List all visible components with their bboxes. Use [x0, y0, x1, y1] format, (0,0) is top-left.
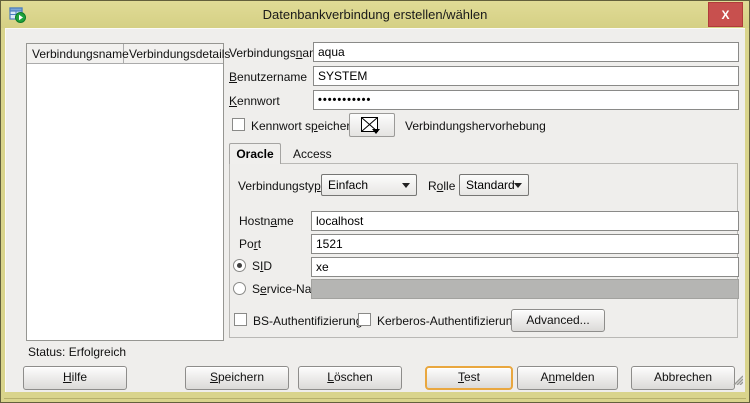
status-text: Status: Erfolgreich [28, 345, 126, 359]
chevron-down-icon [402, 183, 410, 188]
port-input[interactable] [311, 234, 739, 254]
port-label: Port [239, 237, 261, 251]
username-label: Benutzername [229, 70, 307, 84]
connection-type-label: Verbindungstyp [238, 179, 321, 193]
chevron-down-icon [514, 183, 522, 188]
tab-oracle[interactable]: Oracle [229, 143, 281, 164]
close-button[interactable]: X [708, 2, 743, 27]
service-name-input [311, 279, 739, 299]
role-value: Standard [466, 178, 515, 192]
cancel-button[interactable]: Abbrechen [631, 366, 735, 390]
save-password-checkbox[interactable] [232, 118, 245, 131]
save-button[interactable]: Speichern [185, 366, 289, 390]
advanced-button[interactable]: Advanced... [511, 309, 605, 332]
title-bar[interactable]: Datenbankverbindung erstellen/wählen X [1, 1, 749, 28]
username-input[interactable] [313, 66, 739, 86]
sid-radio[interactable] [233, 259, 246, 272]
os-auth-label: BS-Authentifizierung [253, 314, 362, 328]
dialog-window: Datenbankverbindung erstellen/wählen X V… [0, 0, 750, 403]
connection-highlight-button[interactable] [349, 113, 395, 137]
test-button[interactable]: Test [425, 366, 513, 390]
tab-access[interactable]: Access [293, 147, 332, 161]
help-button[interactable]: Hilfe [23, 366, 127, 390]
sid-input[interactable] [311, 257, 739, 277]
kerberos-auth-label: Kerberos-Authentifizierung [377, 314, 519, 328]
resize-grip[interactable] [731, 372, 743, 390]
color-swatch-icon [360, 116, 384, 135]
kerberos-auth-checkbox[interactable] [358, 313, 371, 326]
delete-button[interactable]: Löschen [298, 366, 402, 390]
close-icon: X [721, 8, 729, 22]
role-label: Rolle [428, 179, 455, 193]
connection-name-input[interactable] [313, 42, 739, 62]
hostname-input[interactable] [311, 211, 739, 231]
os-auth-checkbox[interactable] [234, 313, 247, 326]
connections-table-header: Verbindungsname Verbindungsdetails [27, 44, 223, 64]
save-password-label: Kennwort speichern [251, 119, 357, 133]
window-border-accent [4, 398, 746, 399]
connection-name-label: Verbindungsname [229, 46, 326, 60]
connections-list[interactable] [27, 64, 223, 340]
role-select[interactable]: Standard [459, 174, 529, 196]
hostname-label: Hostname [239, 214, 294, 228]
connection-type-select[interactable]: Einfach [321, 174, 417, 196]
password-input[interactable] [313, 90, 739, 110]
dialog-title: Datenbankverbindung erstellen/wählen [1, 7, 749, 22]
dialog-body: Verbindungsname Verbindungsdetails Statu… [5, 28, 745, 392]
column-header-connection-name[interactable]: Verbindungsname [27, 44, 124, 63]
connection-highlight-label: Verbindungshervorhebung [405, 119, 546, 133]
connections-table[interactable]: Verbindungsname Verbindungsdetails [26, 43, 224, 341]
service-name-radio[interactable] [233, 282, 246, 295]
column-header-connection-details[interactable]: Verbindungsdetails [124, 44, 230, 63]
connection-type-value: Einfach [328, 178, 368, 192]
connect-button[interactable]: Anmelden [517, 366, 618, 390]
sid-label: SID [252, 259, 272, 273]
password-label: Kennwort [229, 94, 280, 108]
